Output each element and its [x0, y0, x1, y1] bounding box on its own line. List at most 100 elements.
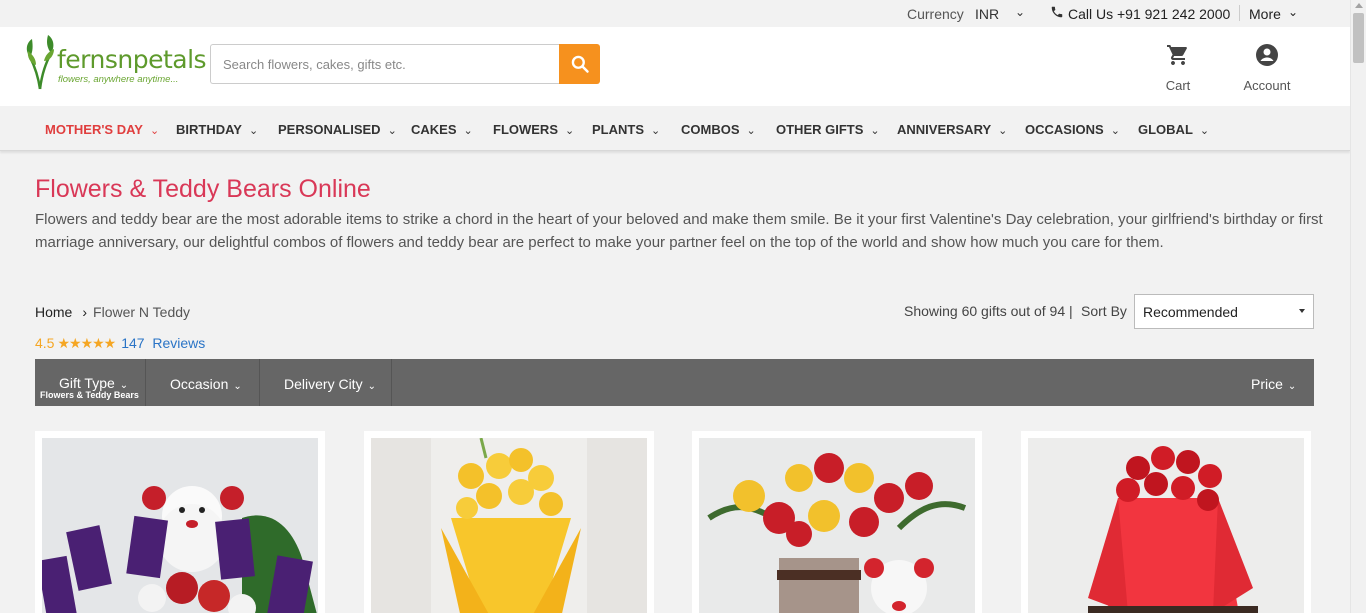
nav-item-label: OTHER GIFTS [776, 122, 864, 137]
filter-delivery-city[interactable]: Delivery City ⌄ [260, 359, 392, 406]
filter-occasion[interactable]: Occasion ⌄ [146, 359, 260, 406]
currency-label: Currency [907, 6, 964, 22]
reviews-label: Reviews [152, 335, 206, 351]
scrollbar-thumb[interactable] [1353, 13, 1364, 63]
nav-item-flowers[interactable]: FLOWERS ⌄ [493, 122, 574, 137]
nav-item-birthday[interactable]: BIRTHDAY ⌄ [176, 122, 258, 137]
filter-bar: Gift Type ⌄ Flowers & Teddy Bears Occasio… [35, 359, 1314, 406]
nav-item-mothers-day[interactable]: MOTHER'S DAY ⌄ [45, 122, 159, 137]
account-icon [1256, 44, 1278, 66]
scroll-up-icon[interactable] [1355, 3, 1363, 8]
chevron-down-icon: ⌄ [1287, 381, 1297, 392]
filter-label-wrap: Occasion ⌄ [170, 376, 242, 392]
caret-down-icon [1299, 309, 1305, 313]
filter-price[interactable]: Price ⌄ [1233, 359, 1314, 406]
nav-item-combos[interactable]: COMBOS ⌄ [681, 122, 756, 137]
chevron-down-icon[interactable]: ⌄ [1015, 5, 1025, 19]
nav-item-label: MOTHER'S DAY [45, 122, 143, 137]
site-header: fernsnpetals flowers, anywhere anytime..… [0, 27, 1350, 106]
chevron-down-icon: ⌄ [463, 125, 473, 137]
filter-label: Delivery City [284, 376, 363, 392]
nav-item-label: FLOWERS [493, 122, 558, 137]
product-image [371, 438, 647, 613]
account-button[interactable]: Account [1238, 43, 1296, 93]
chevron-down-icon: ⌄ [149, 125, 160, 137]
cart-label: Cart [1165, 78, 1191, 93]
product-image [699, 438, 975, 613]
search-input[interactable] [210, 44, 560, 84]
page-description: Flowers and teddy bear are the most ador… [35, 211, 1323, 251]
nav-item-label: ANNIVERSARY [897, 122, 992, 137]
nav-item-label: CAKES [411, 122, 457, 137]
currency-selector[interactable]: INR [975, 6, 999, 22]
nav-item-cakes[interactable]: CAKES ⌄ [411, 122, 473, 137]
chevron-right-icon: › [82, 304, 88, 320]
nav-item-occasions[interactable]: OCCASIONS ⌄ [1025, 122, 1120, 137]
nav-item-label: COMBOS [681, 122, 740, 137]
chevron-down-icon: ⌄ [367, 381, 376, 392]
chevron-down-icon[interactable]: ⌄ [1288, 5, 1298, 19]
product-image [1028, 438, 1304, 613]
search-button[interactable] [559, 44, 600, 84]
review-count: 147 [121, 335, 145, 351]
filter-gift-type[interactable]: Gift Type ⌄ Flowers & Teddy Bears [35, 359, 146, 406]
product-card[interactable] [364, 431, 654, 613]
results-count: Showing 60 gifts out of 94 | [904, 303, 1073, 319]
sort-label: Sort By [1081, 303, 1127, 319]
product-card[interactable] [692, 431, 982, 613]
nav-item-label: BIRTHDAY [176, 122, 242, 137]
reviews-link[interactable]: 147 Reviews [121, 335, 205, 351]
product-card[interactable] [35, 431, 325, 613]
top-utility-bar: Currency INR ⌄ Call Us +91 921 242 2000 … [0, 0, 1350, 27]
nav-item-personalised[interactable]: PERSONALISED ⌄ [278, 122, 397, 137]
page-title: Flowers & Teddy Bears Online [35, 175, 371, 203]
filter-label-wrap: Delivery City ⌄ [284, 376, 376, 392]
chevron-down-icon: ⌄ [387, 125, 397, 137]
chevron-down-icon: ⌄ [248, 125, 259, 137]
more-menu[interactable]: More [1249, 6, 1281, 22]
search-icon [571, 55, 589, 73]
chevron-down-icon: ⌄ [746, 125, 756, 137]
product-card[interactable] [1021, 431, 1311, 613]
breadcrumb-home-link[interactable]: Home [35, 304, 72, 320]
logo-tagline: flowers, anywhere anytime... [58, 74, 179, 85]
sort-dropdown[interactable]: Recommended [1134, 294, 1314, 329]
breadcrumb-current: Flower N Teddy [93, 304, 191, 320]
sort-selected-value: Recommended [1143, 304, 1238, 320]
nav-item-other-gifts[interactable]: OTHER GIFTS ⌄ [776, 122, 880, 137]
page-scrollbar[interactable] [1350, 0, 1366, 613]
account-label: Account [1243, 78, 1291, 93]
filter-label: Gift Type [59, 375, 115, 391]
nav-item-label: PLANTS [592, 122, 644, 137]
chevron-down-icon: ⌄ [233, 381, 242, 392]
nav-item-label: PERSONALISED [278, 122, 381, 137]
main-navigation: MOTHER'S DAY ⌄ BIRTHDAY ⌄ PERSONALISED ⌄ CA… [0, 106, 1350, 151]
phone-icon [1051, 6, 1063, 18]
rating-score: 4.5 [35, 335, 55, 351]
chevron-down-icon: ⌄ [565, 125, 575, 137]
filter-label-wrap: Price ⌄ [1251, 376, 1296, 392]
product-image [42, 438, 318, 613]
cart-icon [1167, 45, 1187, 65]
rating-summary: 4.5 ★★★★★ 147 Reviews [35, 335, 205, 352]
filter-label: Price [1251, 376, 1283, 392]
chevron-down-icon: ⌄ [870, 125, 880, 137]
chevron-down-icon: ⌄ [998, 125, 1008, 137]
chevron-down-icon: ⌄ [1110, 125, 1120, 137]
filter-label: Occasion [170, 376, 229, 392]
filter-selected-value: Flowers & Teddy Bears [40, 390, 139, 400]
nav-item-plants[interactable]: PLANTS ⌄ [592, 122, 660, 137]
nav-item-label: OCCASIONS [1025, 122, 1104, 137]
chevron-down-icon: ⌄ [1199, 125, 1210, 137]
nav-item-label: GLOBAL [1138, 122, 1193, 137]
chevron-down-icon: ⌄ [651, 125, 661, 137]
logo-wordmark: fernsnpetals [57, 45, 207, 74]
cart-button[interactable]: Cart [1160, 43, 1196, 93]
call-us-link[interactable]: Call Us +91 921 242 2000 [1068, 6, 1230, 22]
site-logo[interactable]: fernsnpetals flowers, anywhere anytime..… [24, 31, 207, 91]
nav-item-global[interactable]: GLOBAL ⌄ [1138, 122, 1209, 137]
nav-item-anniversary[interactable]: ANNIVERSARY ⌄ [897, 122, 1007, 137]
divider [1239, 5, 1240, 21]
breadcrumb: Home › Flower N Teddy [35, 304, 190, 320]
logo-leaf-icon [26, 35, 54, 90]
